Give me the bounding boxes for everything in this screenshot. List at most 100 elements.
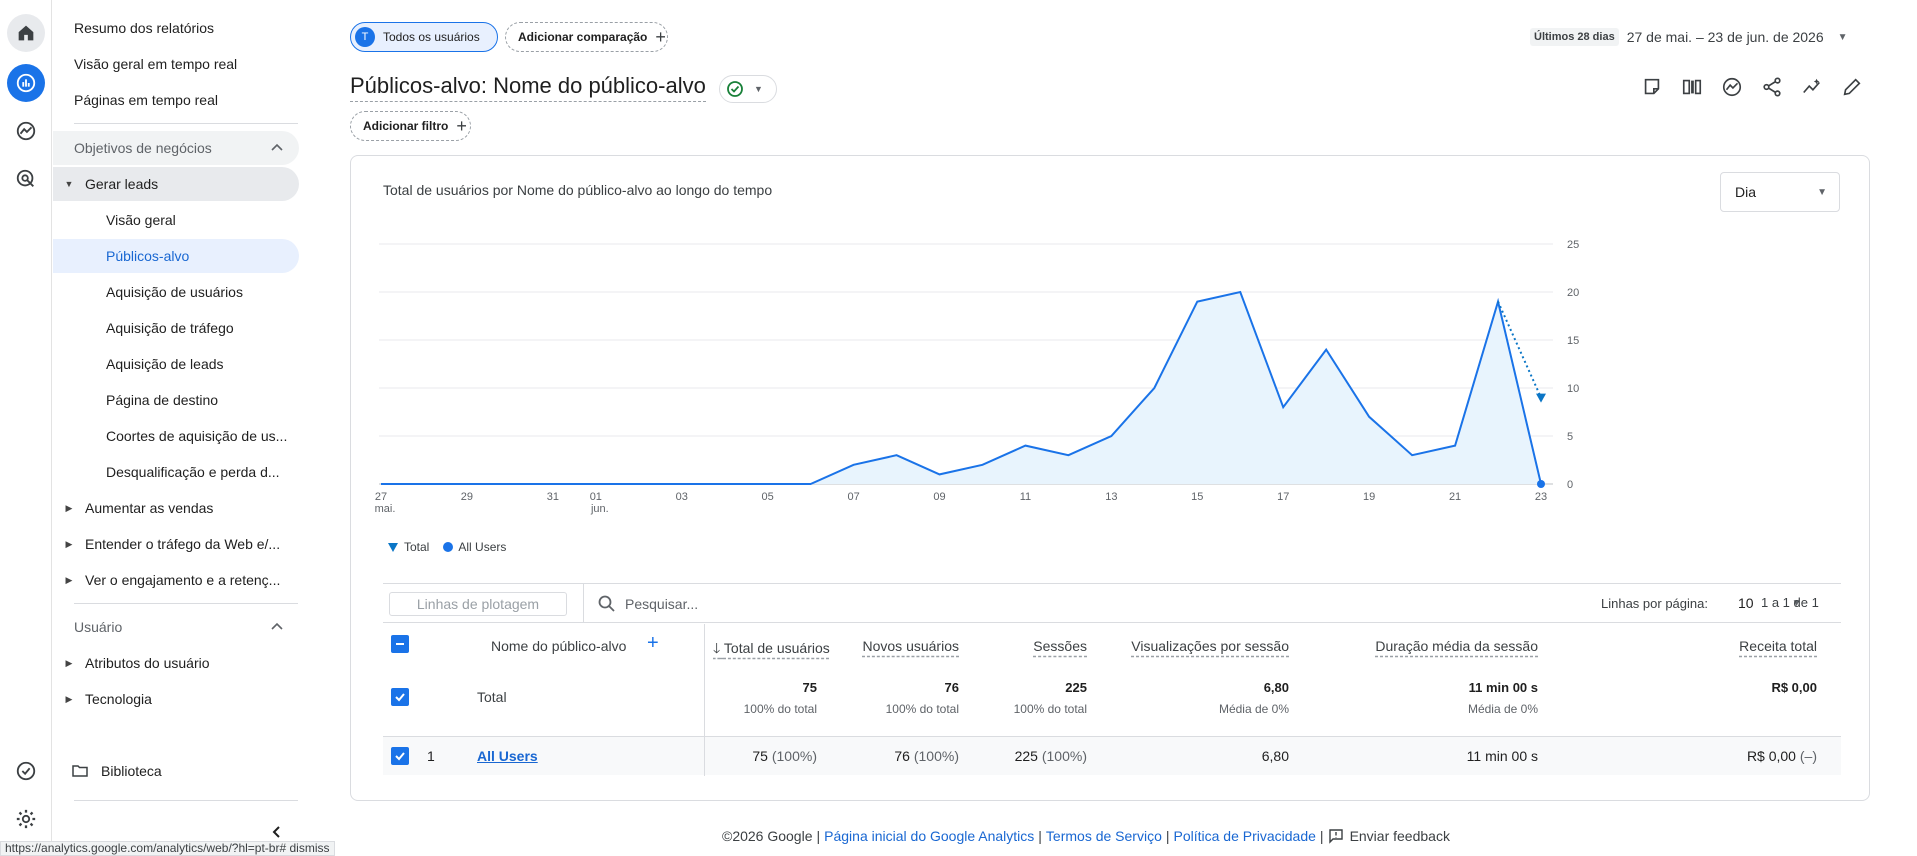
row-value-avg-session-duration: 11 min 00 s xyxy=(1466,748,1538,764)
annotation-button[interactable] xyxy=(1632,74,1672,100)
col-header-audience-name[interactable]: Nome do público-alvo xyxy=(491,638,626,654)
sort-arrow-down-icon: 🡓 xyxy=(713,640,721,656)
col-header-new-users[interactable]: Novos usuários xyxy=(853,638,960,654)
nav-item-disqualification[interactable]: Desqualificação e perda d... xyxy=(53,455,299,489)
nav-section-label: Usuário xyxy=(74,619,123,635)
nav-group-increase-sales[interactable]: ▶ Aumentar as vendas xyxy=(53,491,299,525)
chip-label: Todos os usuários xyxy=(383,30,480,44)
footer-separator: | xyxy=(1165,828,1170,844)
nav-item-realtime-pages[interactable]: Páginas em tempo real xyxy=(74,83,304,117)
nav-item-label: Coortes de aquisição de us... xyxy=(106,428,288,444)
nav-group-user-attributes[interactable]: ▶ Atributos do usuário xyxy=(53,646,299,680)
insights-button[interactable] xyxy=(1712,74,1752,100)
x-tick-label: 05 xyxy=(762,491,774,503)
feedback-label: Enviar feedback xyxy=(1349,828,1450,844)
legend-item-all-users[interactable]: All Users xyxy=(443,540,506,554)
col-header-total-users[interactable]: 🡓 Total de usuários xyxy=(713,638,830,662)
col-header-avg-session-duration[interactable]: Duração média da sessão xyxy=(1323,638,1538,654)
nav-item-report-summary[interactable]: Resumo dos relatórios xyxy=(74,11,304,45)
trend-sparkle-icon xyxy=(1803,78,1820,94)
row-separator xyxy=(383,736,1841,737)
audience-link-text: All Users xyxy=(477,748,538,764)
row-audience-name-link[interactable]: All Users xyxy=(477,748,538,764)
x-tick-label: 21 xyxy=(1449,491,1461,503)
nav-section-user[interactable]: Usuário xyxy=(53,610,299,644)
report-status-dropdown[interactable]: ▼ xyxy=(719,75,777,103)
cell-pct: (100%) xyxy=(1041,748,1087,764)
home-icon[interactable] xyxy=(7,14,45,52)
nav-item-overview[interactable]: Visão geral xyxy=(53,203,299,237)
col-header-views-per-session[interactable]: Visualizações por sessão xyxy=(1103,638,1289,654)
cell-value: 225 xyxy=(1014,748,1038,764)
compare-columns-button[interactable] xyxy=(1672,74,1712,100)
edit-report-button[interactable] xyxy=(1832,74,1872,100)
table-search[interactable]: Pesquisar... xyxy=(597,591,698,617)
nav-group-generate-leads[interactable]: ▼ Gerar leads xyxy=(53,167,299,201)
col-header-sessions[interactable]: Sessões xyxy=(983,638,1087,654)
add-filter-button[interactable]: Adicionar filtro + xyxy=(350,111,471,141)
row-checkbox[interactable] xyxy=(391,747,409,765)
left-rail xyxy=(0,0,52,856)
nav-item-lead-acquisition[interactable]: Aquisição de leads xyxy=(53,347,299,381)
nav-section-business-objectives[interactable]: Objetivos de negócios xyxy=(53,131,299,165)
send-feedback-button[interactable]: Enviar feedback xyxy=(1328,828,1450,844)
nav-item-realtime-overview[interactable]: Visão geral em tempo real xyxy=(74,47,304,81)
caret-down-icon: ▼ xyxy=(64,179,74,189)
nav-group-engagement[interactable]: ▶ Ver o engajamento e a retenç... xyxy=(53,563,299,597)
select-all-checkbox[interactable] xyxy=(391,635,409,653)
gear-icon[interactable] xyxy=(7,800,45,838)
nav-item-audiences[interactable]: Públicos-alvo xyxy=(53,239,299,273)
nav-group-label: Gerar leads xyxy=(85,176,159,192)
reports-icon[interactable] xyxy=(7,64,45,102)
add-dimension-button[interactable]: + xyxy=(647,632,659,655)
legend-item-total[interactable]: Total xyxy=(387,540,429,554)
nav-group-web-traffic[interactable]: ▶ Entender o tráfego da Web e/... xyxy=(53,527,299,561)
caret-right-icon: ▶ xyxy=(65,538,73,549)
nav-item-user-acquisition[interactable]: Aquisição de usuários xyxy=(53,275,299,309)
add-comparison-button[interactable]: Adicionar comparação + xyxy=(505,22,668,52)
row-value-sessions: 225 (100%) xyxy=(983,748,1087,764)
col-header-total-revenue[interactable]: Receita total xyxy=(1573,638,1817,654)
footer-link-privacy[interactable]: Política de Privacidade xyxy=(1174,828,1316,844)
total-value-total-revenue: R$ 0,00 xyxy=(1771,680,1817,695)
granularity-value: Dia xyxy=(1735,184,1757,200)
nav-item-label: Públicos-alvo xyxy=(106,248,190,264)
footer-link-ga-home[interactable]: Página inicial do Google Analytics xyxy=(824,828,1034,844)
plus-icon: + xyxy=(456,115,467,136)
nav-section-label: Objetivos de negócios xyxy=(74,140,212,156)
pin-marker-icon xyxy=(388,543,398,552)
legend-dot xyxy=(443,542,454,552)
x-tick-label: 13 xyxy=(1105,491,1117,503)
page-title[interactable]: Públicos-alvo: Nome do público-alvo xyxy=(350,72,706,102)
row-value-total-users: 75 (100%) xyxy=(703,748,817,764)
advertising-icon[interactable] xyxy=(7,160,45,198)
nav-item-traffic-acquisition[interactable]: Aquisição de tráfego xyxy=(53,311,299,345)
nav-item-landing-page[interactable]: Página de destino xyxy=(53,383,299,417)
nav-item-acquisition-cohorts[interactable]: Coortes de aquisição de us... xyxy=(53,419,299,453)
page-footer: ©2026 Google | Página inicial do Google … xyxy=(722,828,1450,844)
granularity-select[interactable]: Dia ▼ xyxy=(1720,172,1840,212)
total-row-checkbox[interactable] xyxy=(391,688,409,706)
nav-group-technology[interactable]: ▶ Tecnologia xyxy=(53,682,299,716)
nav-group-label: Tecnologia xyxy=(85,691,152,707)
x-tick-label: 23 xyxy=(1535,491,1547,503)
plot-rows-button[interactable]: Linhas de plotagem xyxy=(389,592,567,616)
nav-item-library[interactable]: Biblioteca xyxy=(71,754,297,788)
all-users-chip[interactable]: T Todos os usuários xyxy=(350,22,498,52)
chevron-up-icon xyxy=(271,622,283,630)
explore-icon[interactable] xyxy=(7,112,45,150)
table-controls: Linhas de plotagem Pesquisar... Linhas p… xyxy=(383,583,1841,623)
status-url-bar: https://analytics.google.com/analytics/w… xyxy=(0,841,335,856)
nav-divider xyxy=(74,123,298,124)
rows-per-page-select[interactable]: 10 xyxy=(1738,595,1754,611)
date-range-picker[interactable]: Últimos 28 dias 27 de mai. – 23 de jun. … xyxy=(1530,26,1848,48)
search-icon xyxy=(598,595,615,612)
trend-sparkle-button[interactable] xyxy=(1792,74,1832,100)
nav-group-label: Ver o engajamento e a retenç... xyxy=(85,572,281,588)
check-circle-icon[interactable] xyxy=(7,752,45,790)
share-button[interactable] xyxy=(1752,74,1792,100)
check-icon xyxy=(395,752,405,761)
total-value-views-per-session: 6,80 xyxy=(1263,680,1289,695)
footer-link-terms[interactable]: Termos de Serviço xyxy=(1046,828,1162,844)
x-tick-sublabel: jun. xyxy=(590,503,609,515)
